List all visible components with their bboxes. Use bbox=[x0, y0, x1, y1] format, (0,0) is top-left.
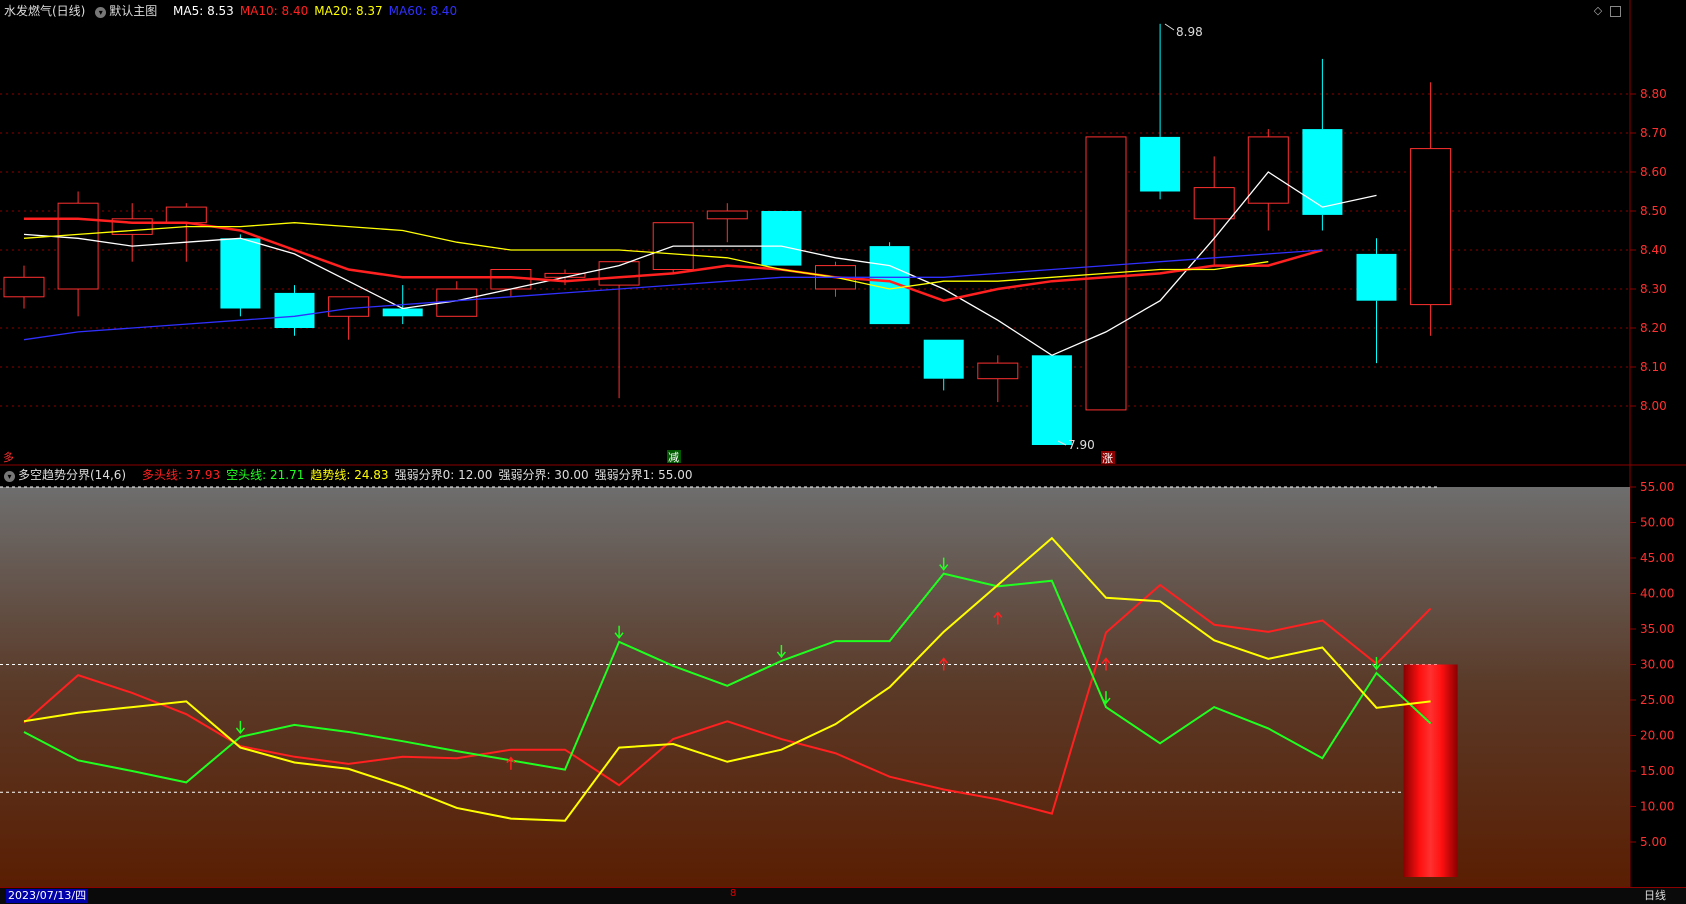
price-tick-label: 8.70 bbox=[1640, 126, 1667, 140]
candle[interactable] bbox=[652, 222, 694, 274]
time-axis-bar: 2023/07/13/四 8 日线 bbox=[0, 887, 1686, 904]
main-header: 水发燃气(日线) ▾ 默认主图 MA5: 8.53 MA10: 8.40 MA20: … bbox=[4, 3, 469, 19]
high-price-label: 8.98 bbox=[1176, 25, 1203, 39]
candle-body bbox=[1140, 136, 1181, 192]
indicator-legend: 多头线: 37.93 空头线: 21.71 趋势线: 24.83 强弱分界0: 12.… bbox=[142, 468, 699, 482]
ma-legend-item: MA5: 8.53 bbox=[173, 4, 234, 18]
strength-bar bbox=[1403, 664, 1458, 877]
indicator-legend-item: 空头线: 21.71 bbox=[226, 468, 305, 482]
template-dropdown[interactable]: ▾ 默认主图 bbox=[95, 4, 163, 18]
candle-body bbox=[1031, 355, 1072, 445]
diamond-icon[interactable]: ◇ bbox=[1592, 5, 1604, 17]
indicator-tick-label: 55.00 bbox=[1640, 480, 1674, 494]
chevron-down-icon: ▾ bbox=[4, 471, 15, 482]
price-tick-label: 8.50 bbox=[1640, 204, 1667, 218]
chart-canvas[interactable]: 8.00 8.10 8.20 8.30 8.40 8.50 8.60 8.70 8.80 5.0… bbox=[0, 0, 1686, 903]
indicator-tick-label: 40.00 bbox=[1640, 587, 1674, 601]
indicator-legend-item: 强弱分界: 30.00 bbox=[498, 468, 589, 482]
ma-legend-item: MA60: 8.40 bbox=[388, 4, 458, 18]
ma-legend-item: MA20: 8.37 bbox=[314, 4, 383, 18]
candle-body bbox=[923, 339, 964, 379]
indicator-tick-label: 15.00 bbox=[1640, 764, 1674, 778]
price-tick-label: 8.80 bbox=[1640, 87, 1667, 101]
indicator-tick-label: 50.00 bbox=[1640, 516, 1674, 530]
cursor-date-label: 2023/07/13/四 bbox=[6, 889, 89, 903]
ma-legend-item: MA10: 8.40 bbox=[239, 4, 309, 18]
candle-body bbox=[706, 210, 748, 220]
indicator-tick-label: 30.00 bbox=[1640, 658, 1674, 672]
marker-left: 多 bbox=[3, 450, 14, 464]
cursor-marker: 8 bbox=[730, 888, 737, 899]
indicator-tick-label: 5.00 bbox=[1640, 835, 1667, 849]
candle-body bbox=[761, 211, 802, 266]
candle[interactable] bbox=[1031, 355, 1072, 445]
restore-icon[interactable] bbox=[1610, 6, 1621, 17]
indicator-background bbox=[0, 487, 1630, 887]
price-tick-label: 8.40 bbox=[1640, 243, 1667, 257]
candle-body bbox=[1193, 187, 1235, 220]
indicator-tick-label: 10.00 bbox=[1640, 800, 1674, 814]
indicator-tick-label: 35.00 bbox=[1640, 622, 1674, 636]
candle-body bbox=[3, 276, 45, 298]
template-label: 默认主图 bbox=[109, 4, 158, 18]
indicator-tick-label: 45.00 bbox=[1640, 551, 1674, 565]
stock-name[interactable]: 水发燃气(日线) bbox=[4, 4, 85, 18]
period-label[interactable]: 日线 bbox=[1644, 889, 1666, 903]
candle-body bbox=[165, 206, 207, 224]
low-price-label: 7.90 bbox=[1068, 438, 1095, 452]
candle-body bbox=[1356, 253, 1397, 301]
candle-body bbox=[977, 362, 1019, 380]
indicator-header: ▾ 多空趋势分界(14,6) 多头线: 37.93 空头线: 21.71 趋势线: 2… bbox=[4, 467, 705, 483]
indicator-tick-label: 25.00 bbox=[1640, 693, 1674, 707]
candle-body bbox=[1247, 136, 1289, 204]
indicator-name: 多空趋势分界(14,6) bbox=[18, 468, 127, 482]
candle-body bbox=[220, 238, 261, 309]
indicator-tick-label: 20.00 bbox=[1640, 729, 1674, 743]
candle-body bbox=[57, 202, 99, 290]
price-tick-label: 8.60 bbox=[1640, 165, 1667, 179]
candle-body bbox=[1302, 129, 1343, 215]
ma-legend: MA5: 8.53 MA10: 8.40 MA20: 8.37 MA60: 8.40 bbox=[173, 4, 463, 18]
indicator-legend-item: 趋势线: 24.83 bbox=[310, 468, 389, 482]
price-tick-label: 8.20 bbox=[1640, 321, 1667, 335]
indicator-legend-item: 强弱分界1: 55.00 bbox=[594, 468, 693, 482]
chevron-down-icon: ▾ bbox=[95, 7, 107, 18]
indicator-legend-item: 强弱分界0: 12.00 bbox=[394, 468, 493, 482]
candle-body bbox=[328, 296, 370, 317]
price-tick-label: 8.30 bbox=[1640, 282, 1667, 296]
price-tick-label: 8.00 bbox=[1640, 399, 1667, 413]
candle[interactable] bbox=[869, 242, 910, 325]
candle[interactable] bbox=[761, 211, 802, 266]
marker-right: 涨 bbox=[1102, 452, 1113, 465]
indicator-legend-item: 多头线: 37.93 bbox=[141, 468, 221, 482]
marker-mid: 减 bbox=[668, 451, 679, 464]
price-tick-label: 8.10 bbox=[1640, 360, 1667, 374]
candle[interactable] bbox=[220, 234, 261, 317]
indicator-dropdown[interactable]: ▾ 多空趋势分界(14,6) bbox=[4, 468, 132, 482]
candle-body bbox=[382, 308, 423, 317]
candle-body bbox=[1410, 148, 1452, 306]
candle-body bbox=[274, 292, 315, 328]
